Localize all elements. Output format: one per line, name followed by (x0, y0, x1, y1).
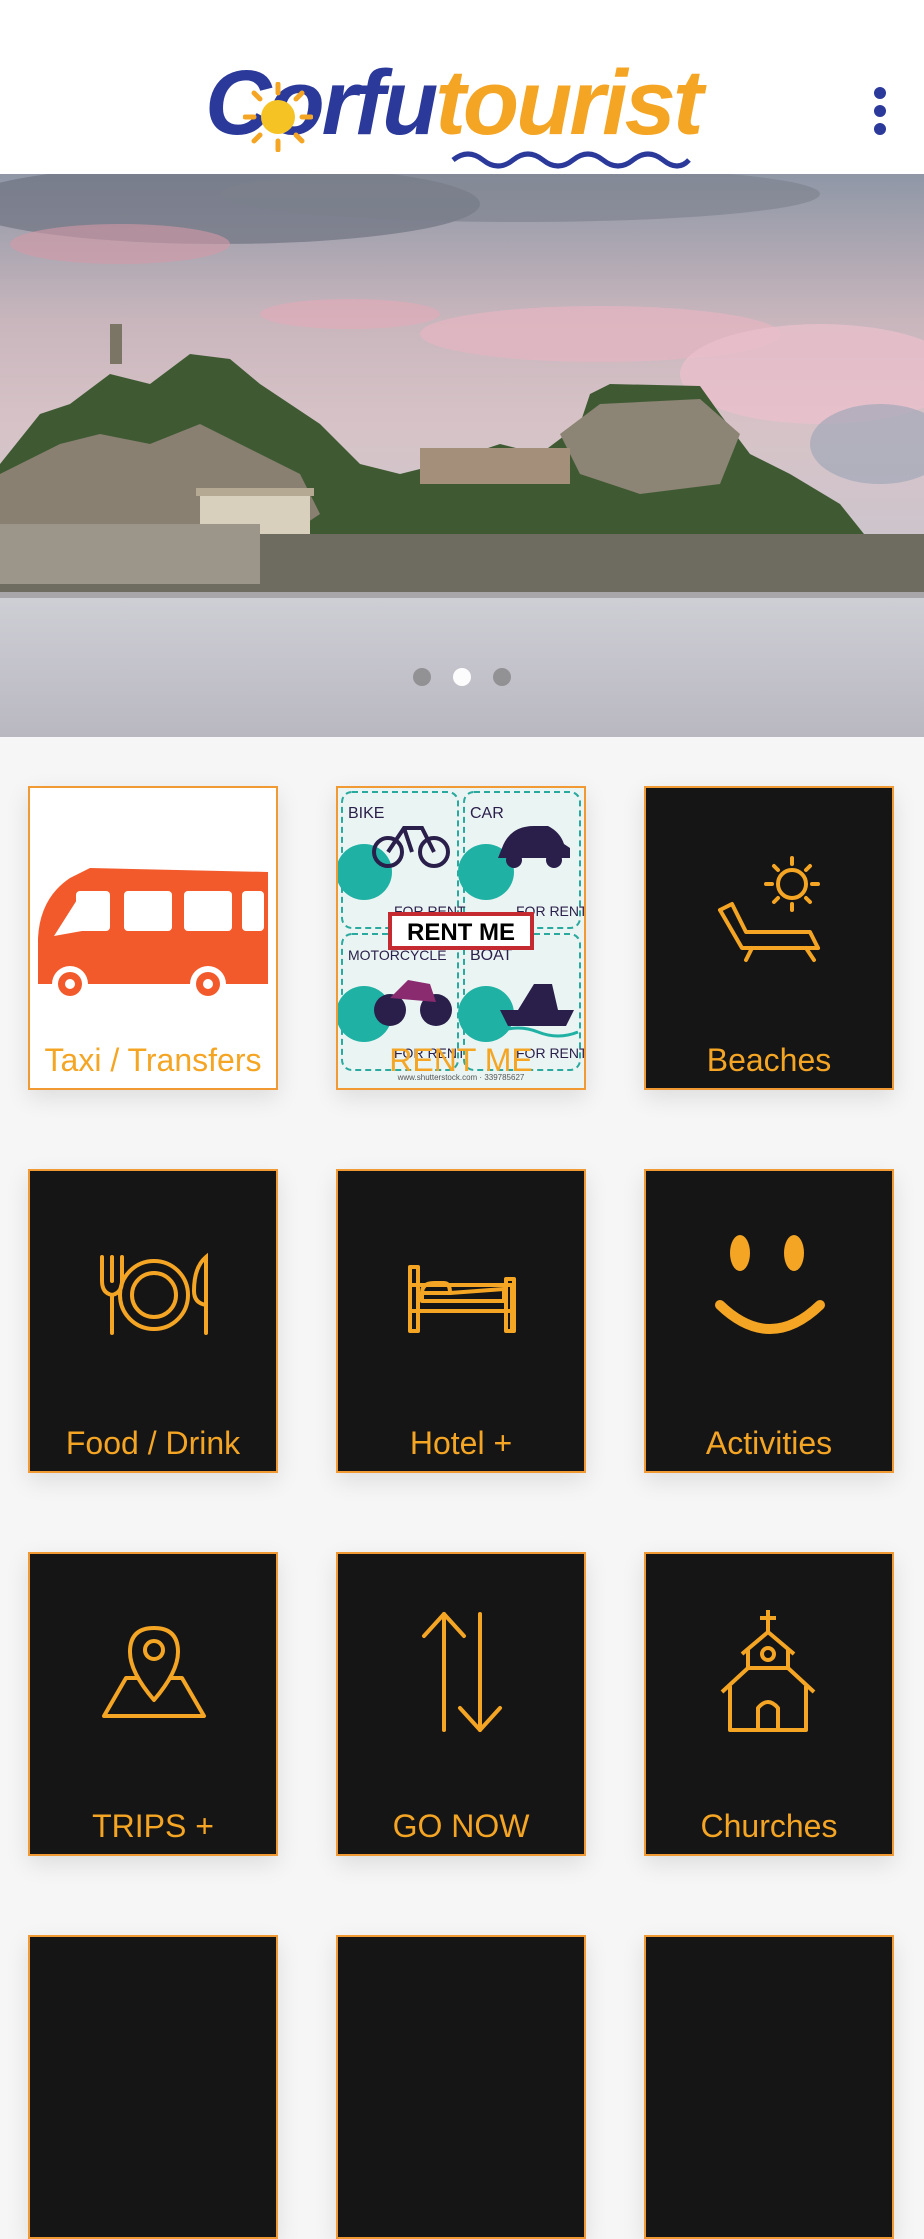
tile-label: Activities (705, 1425, 833, 1461)
tile-go-now[interactable]: GO NOW (336, 1552, 586, 1856)
hero-image-corfu-fortress (0, 174, 924, 737)
rent-label-car: CAR (470, 805, 504, 822)
app-header: Corfutourist (0, 0, 924, 174)
carousel-dot-2[interactable] (453, 668, 471, 686)
tile-label: Taxi / Transfers (44, 1042, 262, 1078)
overflow-menu-button[interactable] (860, 76, 900, 146)
logo-text-tourist: tourist (435, 52, 703, 154)
tile-row4-col1[interactable] (28, 1935, 278, 2239)
tile-label: Beaches (706, 1042, 832, 1078)
corfu-tourist-logo[interactable]: Corfutourist (205, 48, 725, 174)
wave-icon (451, 151, 691, 169)
tile-rent-me[interactable]: BIKE CAR MOTORCYCLE BOAT FOR RENT FOR RE… (336, 786, 586, 1090)
tile-label: GO NOW (392, 1808, 530, 1844)
tile-beaches[interactable]: Beaches (644, 786, 894, 1090)
rent-label-bike: BIKE (348, 805, 384, 822)
tile-hotel[interactable]: Hotel + (336, 1169, 586, 1473)
carousel-dot-3[interactable] (493, 668, 511, 686)
tile-row4-col3[interactable] (644, 1935, 894, 2239)
hero-carousel[interactable] (0, 174, 924, 737)
tile-churches[interactable]: Churches (644, 1552, 894, 1856)
tile-trips[interactable]: TRIPS + (28, 1552, 278, 1856)
carousel-indicators (0, 668, 924, 692)
menu-dot (874, 105, 886, 117)
tile-row4-col2[interactable] (336, 1935, 586, 2239)
tile-food-drink[interactable]: Food / Drink (28, 1169, 278, 1473)
tile-label: Hotel + (409, 1425, 513, 1461)
rent-me-badge: RENT ME (407, 919, 515, 946)
menu-dot (874, 123, 886, 135)
tile-taxi-transfers[interactable]: Taxi / Transfers (28, 786, 278, 1090)
tile-label: TRIPS + (92, 1808, 214, 1844)
tile-label: Food / Drink (65, 1425, 241, 1461)
tile-label: Churches (700, 1808, 838, 1844)
tile-label: RENT ME (389, 1042, 533, 1078)
menu-dot (874, 87, 886, 99)
sun-icon (243, 82, 313, 152)
logo-text-corfu: Corfu (205, 52, 438, 154)
tile-activities[interactable]: Activities (644, 1169, 894, 1473)
carousel-dot-1[interactable] (413, 668, 431, 686)
